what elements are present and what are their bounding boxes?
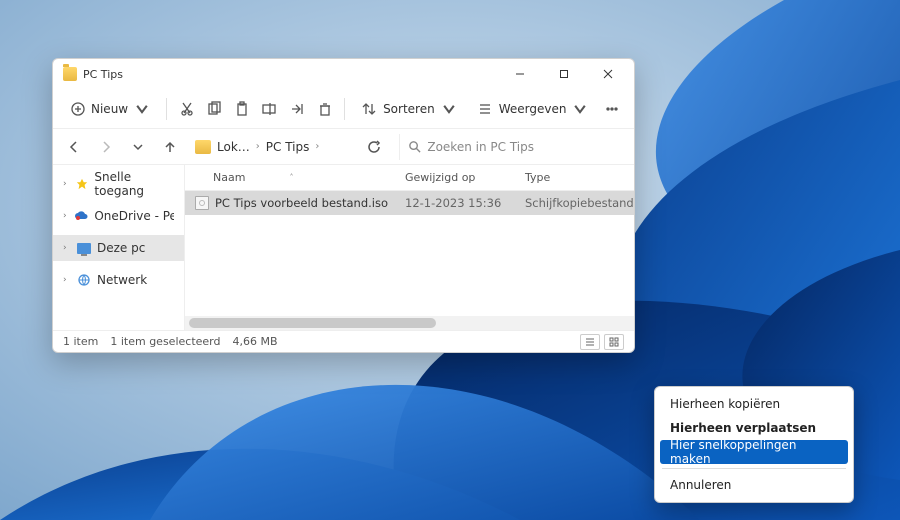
sort-label: Sorteren [383, 102, 435, 116]
more-button[interactable] [600, 94, 624, 124]
back-button[interactable] [61, 134, 87, 160]
share-button[interactable] [285, 94, 309, 124]
sidebar-item-this-pc[interactable]: › Deze pc [53, 235, 184, 261]
sidebar-item-label: Snelle toegang [94, 170, 174, 198]
toolbar: Nieuw Sorteren Weergeven [53, 89, 634, 129]
new-button[interactable]: Nieuw [63, 94, 158, 124]
up-button[interactable] [157, 134, 183, 160]
minimize-button[interactable] [498, 60, 542, 88]
address-bar: Lok… › PC Tips › Zoeken in PC Tips [53, 129, 634, 165]
maximize-button[interactable] [542, 60, 586, 88]
scrollbar-thumb[interactable] [189, 318, 436, 328]
explorer-window: PC Tips Nieuw Sorteren Weergeven [52, 58, 635, 353]
col-modified[interactable]: Gewijzigd op [405, 171, 475, 184]
chevron-right-icon: › [315, 141, 319, 152]
thumbnails-view-toggle[interactable] [604, 334, 624, 350]
sidebar-item-label: OneDrive - Personal [94, 209, 174, 223]
sidebar-item-onedrive[interactable]: › OneDrive - Personal [53, 203, 184, 229]
chevron-right-icon: › [63, 243, 71, 253]
refresh-button[interactable] [361, 134, 387, 160]
folder-icon [63, 67, 77, 81]
chevron-right-icon: › [63, 179, 70, 189]
status-selection: 1 item geselecteerd [110, 335, 220, 348]
star-icon [76, 177, 88, 191]
file-modified: 12-1-2023 15:36 [405, 196, 525, 210]
details-view-toggle[interactable] [580, 334, 600, 350]
sidebar-item-label: Netwerk [97, 273, 147, 287]
status-size: 4,66 MB [232, 335, 277, 348]
titlebar[interactable]: PC Tips [53, 59, 634, 89]
iso-file-icon [195, 196, 209, 210]
search-icon [408, 140, 421, 153]
cloud-icon [74, 209, 88, 223]
network-icon [77, 273, 91, 287]
status-item-count: 1 item [63, 335, 98, 348]
close-button[interactable] [586, 60, 630, 88]
search-placeholder: Zoeken in PC Tips [427, 140, 534, 154]
folder-icon [195, 140, 211, 154]
sidebar-item-network[interactable]: › Netwerk [53, 267, 184, 293]
file-row[interactable]: PC Tips voorbeeld bestand.iso 12-1-2023 … [185, 191, 634, 215]
monitor-icon [77, 241, 91, 255]
new-label: Nieuw [91, 102, 128, 116]
delete-button[interactable] [313, 94, 337, 124]
copy-button[interactable] [202, 94, 226, 124]
file-name: PC Tips voorbeeld bestand.iso [215, 196, 388, 210]
paste-button[interactable] [230, 94, 254, 124]
cut-button[interactable] [175, 94, 199, 124]
view-button[interactable]: Weergeven [469, 94, 597, 124]
window-title: PC Tips [83, 68, 123, 81]
file-type: Schijfkopiebestand [525, 196, 634, 210]
chevron-right-icon: › [63, 275, 71, 285]
column-headers[interactable]: Naam ˄ Gewijzigd op Type [185, 165, 634, 191]
col-name[interactable]: Naam [213, 171, 245, 184]
ctx-cancel[interactable]: Annuleren [660, 473, 848, 497]
status-bar: 1 item 1 item geselecteerd 4,66 MB [53, 330, 634, 352]
search-input[interactable]: Zoeken in PC Tips [399, 134, 626, 160]
sort-asc-icon: ˄ [289, 173, 293, 182]
sort-button[interactable]: Sorteren [353, 94, 465, 124]
col-type[interactable]: Type [525, 171, 550, 184]
ctx-copy-here[interactable]: Hierheen kopiëren [660, 392, 848, 416]
chevron-right-icon: › [256, 141, 260, 152]
ctx-move-here[interactable]: Hierheen verplaatsen [660, 416, 848, 440]
horizontal-scrollbar[interactable] [185, 316, 634, 330]
rename-button[interactable] [258, 94, 282, 124]
menu-separator [662, 468, 846, 469]
view-label: Weergeven [499, 102, 567, 116]
breadcrumb-seg[interactable]: Lok… [217, 140, 250, 154]
chevron-right-icon: › [63, 211, 68, 221]
recent-button[interactable] [125, 134, 151, 160]
breadcrumb[interactable]: Lok… › PC Tips › [189, 134, 325, 160]
ctx-create-shortcut[interactable]: Hier snelkoppelingen maken [660, 440, 848, 464]
breadcrumb-seg[interactable]: PC Tips [266, 140, 310, 154]
sidebar-item-label: Deze pc [97, 241, 145, 255]
sidebar-item-quick-access[interactable]: › Snelle toegang [53, 171, 184, 197]
drop-context-menu: Hierheen kopiëren Hierheen verplaatsen H… [654, 386, 854, 503]
forward-button[interactable] [93, 134, 119, 160]
sidebar: › Snelle toegang › OneDrive - Personal ›… [53, 165, 185, 330]
file-list: Naam ˄ Gewijzigd op Type PC Tips voorbeel… [185, 165, 634, 330]
